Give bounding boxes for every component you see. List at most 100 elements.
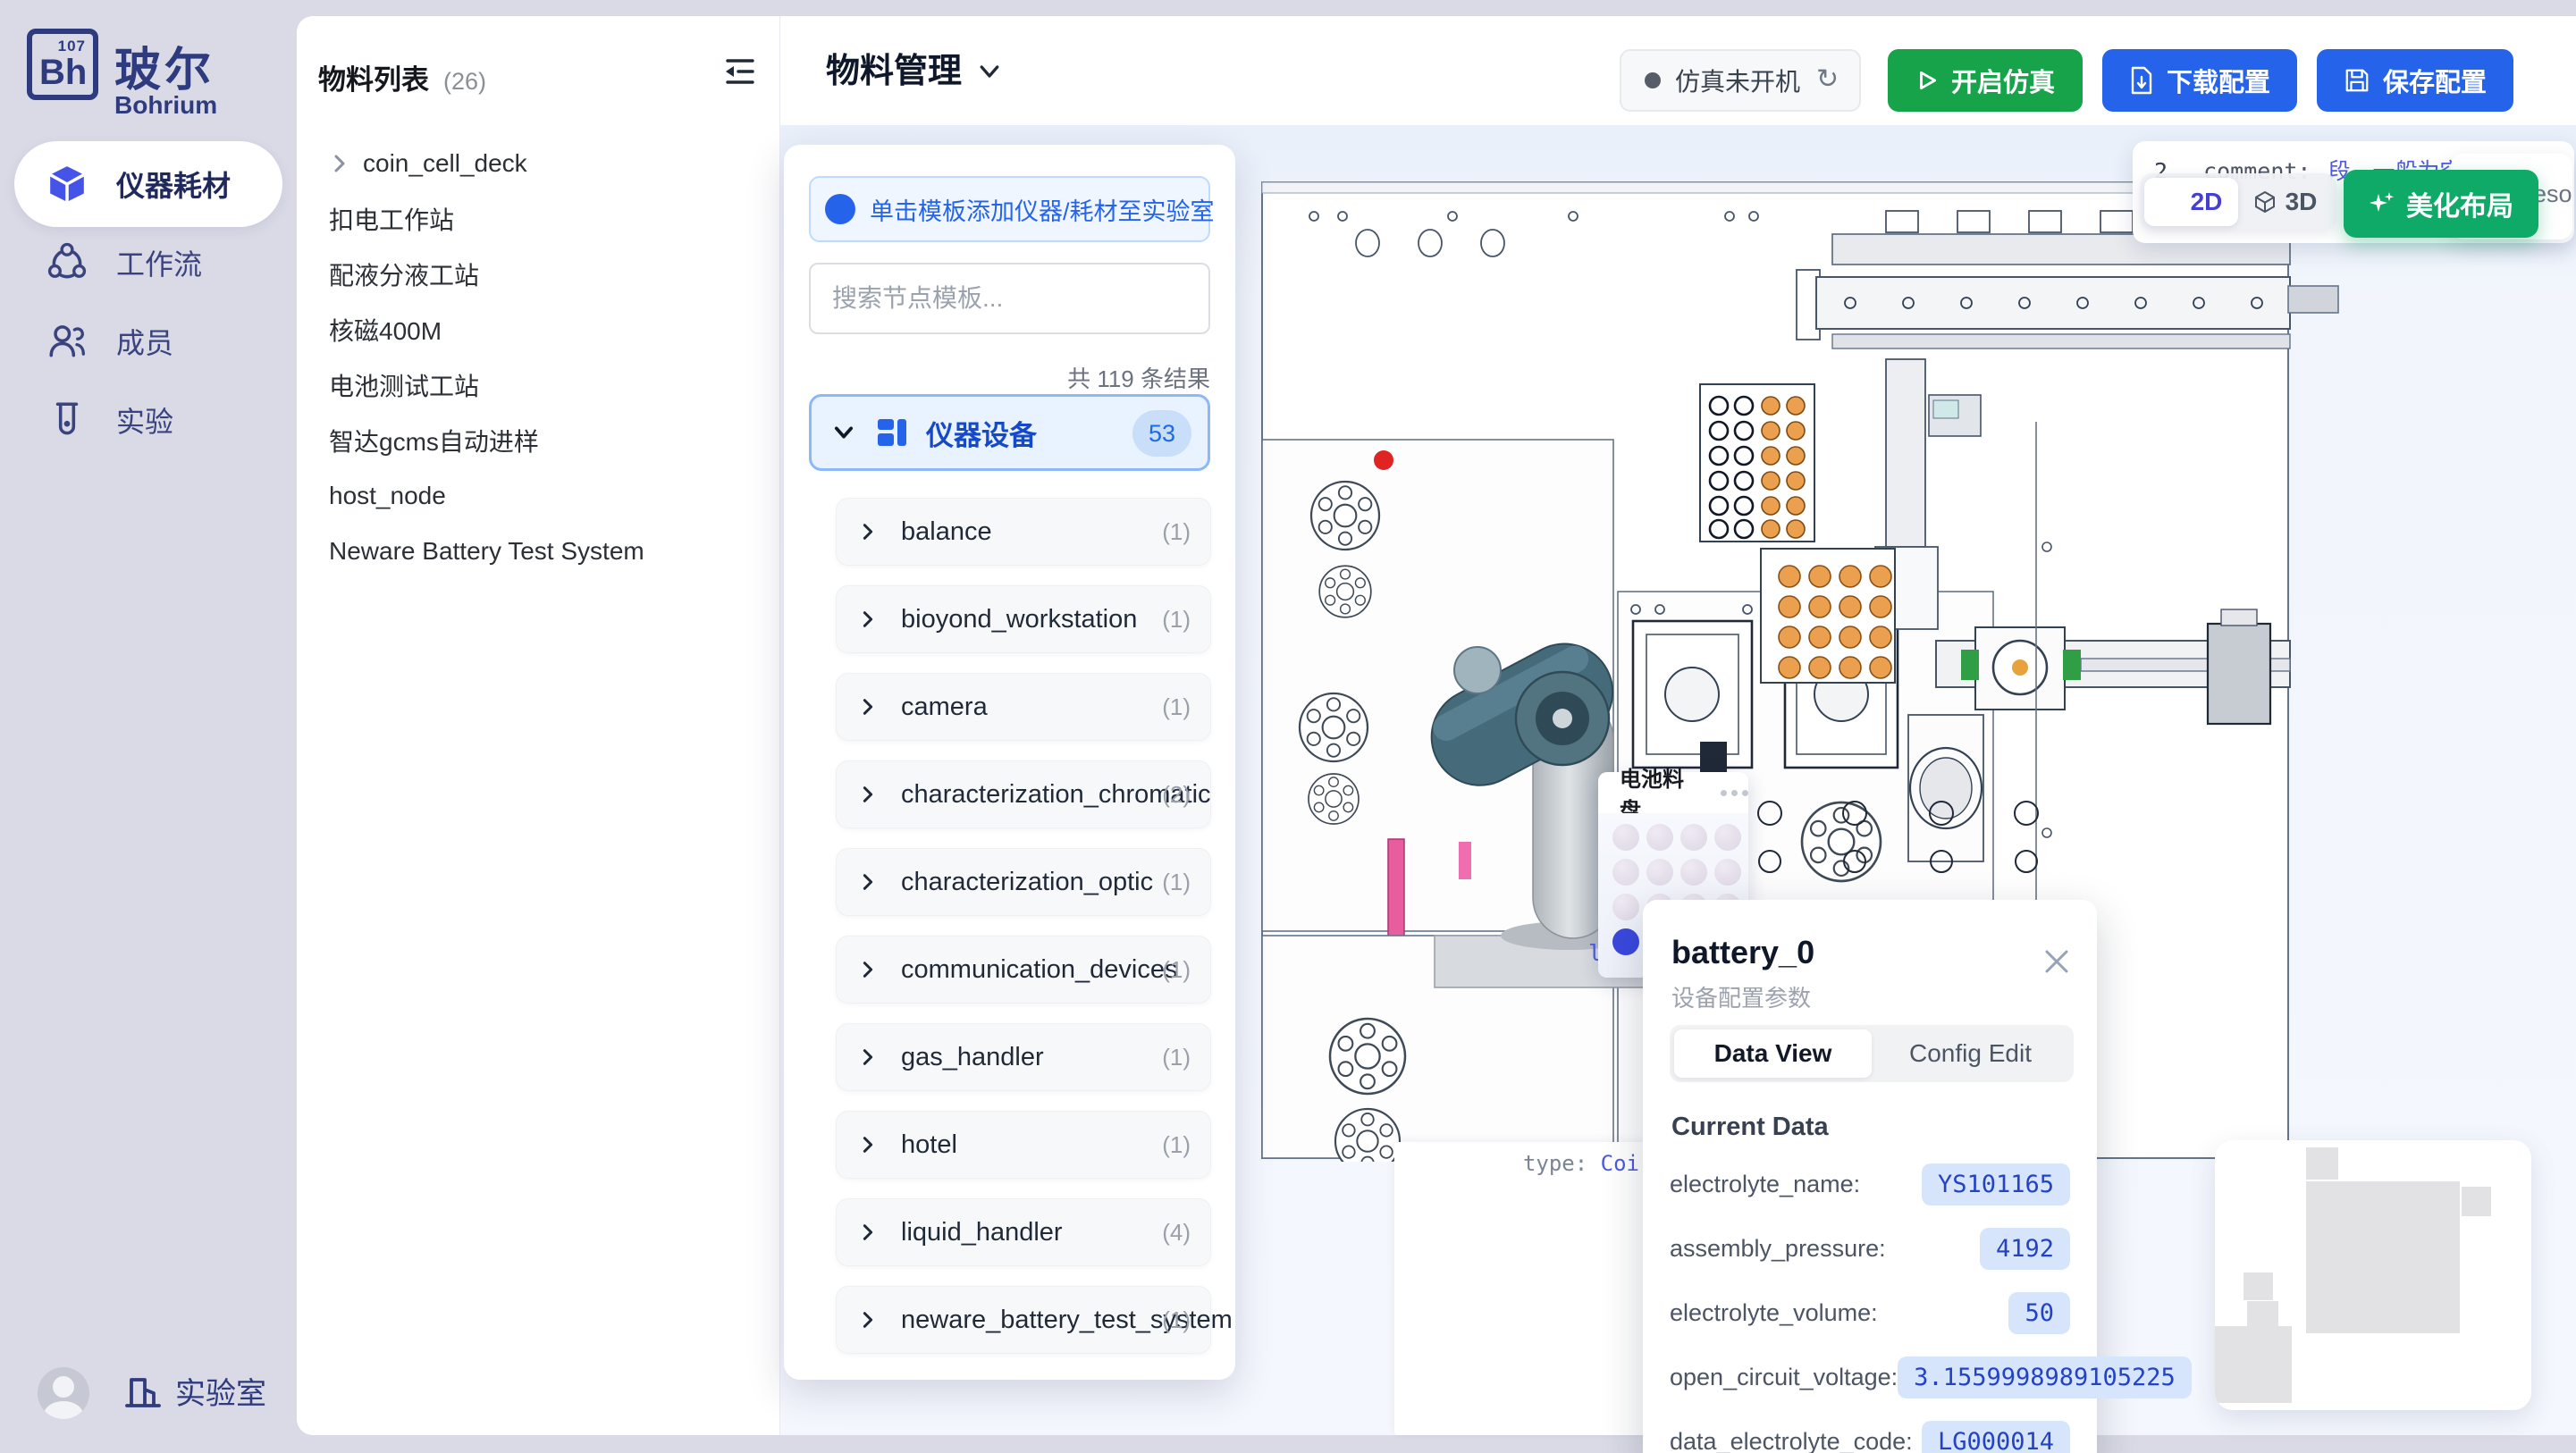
list-item[interactable]: 配液分液工站 [329,247,758,302]
field-label: electrolyte_name: [1670,1171,1860,1198]
chevron-right-icon [858,960,878,979]
device-layout-icon [878,419,906,446]
page-title: 物料管理 [826,43,962,92]
category-count: (1) [1162,956,1191,984]
tab-data-view[interactable]: Data View [1674,1029,1872,1078]
category-count: (2) [1162,781,1191,809]
popup-tabs: Data View Config Edit [1670,1025,2074,1082]
category-camera[interactable]: camera (1) [836,673,1211,741]
category-bioyond-workstation[interactable]: bioyond_workstation (1) [836,585,1211,653]
category-neware-battery-test-system[interactable]: neware_battery_test_system (1) [836,1286,1211,1354]
list-item-label: Neware Battery Test System [329,537,644,566]
popup-field-list: electrolyte_name: YS101165 assembly_pres… [1670,1152,2070,1453]
more-options-icon[interactable] [1721,790,1748,796]
sidebar-item-label: 实验 [116,399,173,441]
chevron-down-icon [976,58,1003,85]
list-item[interactable]: 电池测试工站 [329,357,758,413]
status-label: 仿真未开机 [1675,63,1800,98]
sparkles-icon [2369,190,2395,217]
category-hotel[interactable]: hotel (1) [836,1111,1211,1179]
search-input[interactable] [809,263,1210,334]
download-config-button[interactable]: 下载配置 [2102,49,2297,112]
list-item-label: 核磁400M [329,312,442,348]
sidebar-item-members[interactable]: 成员 [14,298,282,384]
start-simulation-button[interactable]: 开启仿真 [1888,49,2083,112]
material-list-title: 物料列表 [318,57,429,97]
avatar[interactable] [38,1367,89,1419]
list-item[interactable]: host_node [329,468,758,524]
save-config-button[interactable]: 保存配置 [2317,49,2513,112]
field-label: electrolyte_volume: [1670,1299,1878,1327]
category-characterization-optic[interactable]: characterization_optic (1) [836,848,1211,916]
field-row: open_circuit_voltage: 3.1559998989105225 [1670,1345,2070,1409]
list-item-label: 智达gcms自动进样 [329,423,539,458]
template-panel: i 单击模板添加仪器/耗材至实验室 共 119 条结果 仪器设备 53 bala… [784,145,1235,1380]
chevron-down-icon [831,420,856,445]
selected-battery-dot [1612,928,1639,955]
close-icon[interactable] [2041,946,2072,977]
simulation-status-badge: 仿真未开机 ↻ [1620,49,1861,112]
chevron-right-icon [858,522,878,542]
list-item[interactable]: coin_cell_deck [329,136,758,191]
list-item[interactable]: 扣电工作站 [329,191,758,247]
category-characterization-chromatic[interactable]: characterization_chromatic (2) [836,760,1211,828]
beautify-layout-button[interactable]: 美化布局 [2344,170,2538,238]
list-item[interactable]: Neware Battery Test System [329,524,758,579]
type-key: type: [1523,1151,1587,1176]
list-item[interactable]: 智达gcms自动进样 [329,413,758,468]
app-root: 107 Bh 玻尔 Bohrium 仪器耗材 工作流 [0,0,2576,1453]
chevron-right-icon [858,1135,878,1155]
group-count-badge: 53 [1132,410,1191,457]
sidebar-item-experiments[interactable]: 实验 [14,377,282,463]
category-label: communication_devices [901,955,1177,985]
members-icon [46,321,88,362]
lab-link[interactable]: 实验室 [123,1369,266,1413]
category-count: (1) [1162,693,1191,721]
start-simulation-label: 开启仿真 [1951,62,2055,99]
list-item[interactable]: 核磁400M [329,302,758,357]
save-config-label: 保存配置 [2383,62,2487,99]
chevron-right-icon [858,609,878,629]
lab-link-label: 实验室 [175,1369,266,1413]
page-title-row[interactable]: 物料管理 [826,43,1003,92]
category-label: balance [901,517,992,547]
list-item-label: coin_cell_deck [363,149,527,178]
sidebar-item-instruments[interactable]: 仪器耗材 [14,141,282,227]
category-label: characterization_optic [901,868,1153,897]
view-mode-toggle: 2D 3D [2140,173,2336,231]
chevron-right-icon [858,785,878,804]
tab-config-edit[interactable]: Config Edit [1872,1029,2069,1078]
field-row: assembly_pressure: 4192 [1670,1216,2070,1281]
category-gas-handler[interactable]: gas_handler (1) [836,1023,1211,1091]
category-label: hotel [901,1130,957,1160]
battery-popup: battery_0 设备配置参数 Data View Config Edit C… [1643,900,2097,1453]
brand-name-en: Bohrium [114,91,217,120]
popup-title: battery_0 [1671,934,1814,971]
category-label: bioyond_workstation [901,605,1137,634]
group-instrument-devices[interactable]: 仪器设备 53 [809,394,1210,471]
status-dot-icon [1645,72,1661,88]
chevron-right-icon [329,153,350,174]
view-2d-button[interactable]: 2D [2144,178,2238,226]
refresh-icon[interactable]: ↻ [1816,63,1839,95]
category-count: (1) [1162,1306,1191,1334]
list-item-label: 扣电工作站 [329,201,454,237]
category-communication-devices[interactable]: communication_devices (1) [836,936,1211,1004]
field-label: open_circuit_voltage: [1670,1364,1898,1391]
cube-icon [46,164,88,205]
minimap[interactable] [2215,1140,2531,1410]
chevron-right-icon [858,1047,878,1067]
brand-name-cn: 玻尔 [114,32,215,99]
category-balance[interactable]: balance (1) [836,498,1211,566]
view-2d-label: 2D [2191,188,2223,216]
view-3d-button[interactable]: 3D [2238,178,2332,226]
building-icon [123,1372,163,1411]
category-liquid-handler[interactable]: liquid_handler (4) [836,1198,1211,1266]
test-tube-icon [46,399,88,441]
category-label: gas_handler [901,1043,1044,1072]
collapse-panel-icon[interactable] [720,52,760,91]
results-count: 共 119 条结果 [809,361,1210,394]
current-data-heading: Current Data [1671,1113,1829,1142]
bohrium-logo[interactable]: 107 Bh [27,29,98,100]
sidebar-item-workflow[interactable]: 工作流 [14,220,282,306]
